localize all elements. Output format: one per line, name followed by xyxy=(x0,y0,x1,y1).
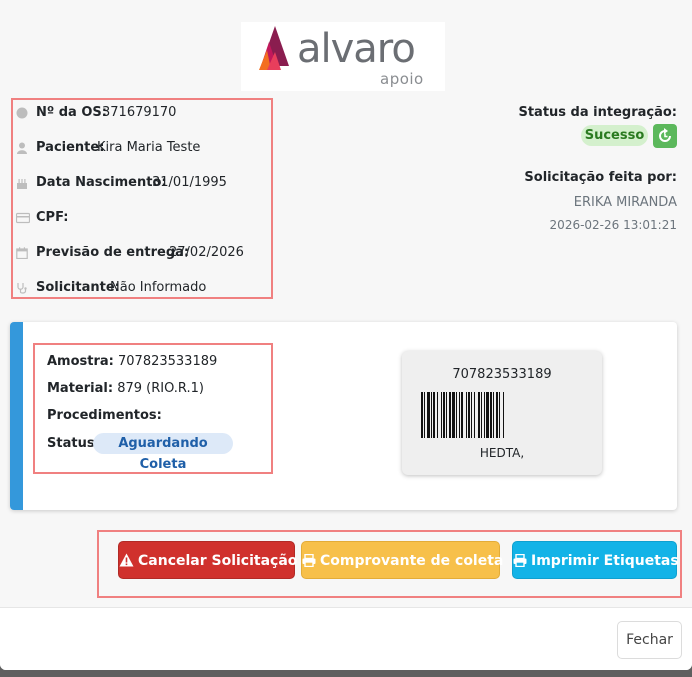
alvaro-logo: alvaro apoio xyxy=(241,22,445,91)
sample-status-label: Status: xyxy=(47,436,100,451)
os-value: 371679170 xyxy=(102,105,177,120)
sample-modal: alvaro apoio Nº da OS: 371679170 Pacient… xyxy=(0,0,692,670)
requester-label: Solicitante: xyxy=(36,280,120,295)
patient-value: Kira Maria Teste xyxy=(97,140,201,155)
barcode-graphic xyxy=(421,392,504,438)
material-label: Material: xyxy=(47,381,114,396)
integration-status-badge: Sucesso xyxy=(581,125,648,146)
requested-at: 2026-02-26 13:01:21 xyxy=(549,218,677,232)
logo-text: alvaro xyxy=(297,26,416,72)
printer-icon xyxy=(513,553,527,567)
sync-icon xyxy=(659,128,671,142)
cake-icon xyxy=(17,179,27,189)
collection-receipt-button[interactable]: Comprovante de coleta xyxy=(301,541,504,579)
cpf-label: CPF: xyxy=(36,210,69,225)
modal-footer xyxy=(0,607,692,670)
os-label: Nº da OS: xyxy=(36,105,107,120)
procedures-label: Procedimentos: xyxy=(47,408,162,423)
cancel-request-label: Cancelar Solicitação xyxy=(138,553,298,569)
patient-label: Paciente: xyxy=(36,140,105,155)
delivery-value: 27/02/2026 xyxy=(169,245,244,260)
calendar-icon xyxy=(16,247,28,259)
birth-value: 31/01/1995 xyxy=(152,175,227,190)
user-icon xyxy=(17,142,27,154)
sample-card-stripe xyxy=(10,322,23,510)
circle-icon xyxy=(16,107,28,119)
cancel-request-button[interactable]: Cancelar Solicitação xyxy=(118,541,298,579)
requested-by-user: ERIKA MIRANDA xyxy=(573,195,677,210)
requested-by-title: Solicitação feita por: xyxy=(524,170,677,185)
barcode-code: 707823533189 xyxy=(452,367,552,382)
order-info-highlight xyxy=(11,98,273,299)
close-button[interactable]: Fechar xyxy=(617,621,682,659)
birth-label: Data Nascimento: xyxy=(36,175,167,190)
amostra-label: Amostra: xyxy=(47,354,114,369)
delivery-label: Previsão de entrega: xyxy=(36,245,190,260)
sample-amostra-row: Amostra: 707823533189 xyxy=(47,354,217,369)
sample-procedures-row: Procedimentos: xyxy=(47,408,162,423)
print-labels-button[interactable]: Imprimir Etiquetas xyxy=(512,541,679,579)
amostra-value: 707823533189 xyxy=(118,354,218,369)
collection-receipt-label: Comprovante de coleta xyxy=(320,553,504,569)
barcode-label-preview: 707823533189 HEDTA, xyxy=(402,351,602,475)
print-labels-label: Imprimir Etiquetas xyxy=(531,553,679,569)
integration-status-title: Status da integração: xyxy=(518,105,677,120)
warning-icon xyxy=(119,553,134,567)
requester-value: Não Informado xyxy=(110,280,207,295)
resync-button[interactable] xyxy=(653,124,677,148)
sample-status-row: Status: xyxy=(47,436,100,451)
material-value: 879 (RIO.R.1) xyxy=(117,381,204,396)
card-icon xyxy=(16,212,30,224)
logo-subtext: apoio xyxy=(380,70,424,88)
printer-icon xyxy=(302,553,316,567)
sample-material-row: Material: 879 (RIO.R.1) xyxy=(47,381,204,396)
sample-status-badge: Aguardando Coleta xyxy=(93,433,233,472)
stethoscope-icon xyxy=(17,283,27,294)
barcode-name: HEDTA, xyxy=(479,446,525,460)
